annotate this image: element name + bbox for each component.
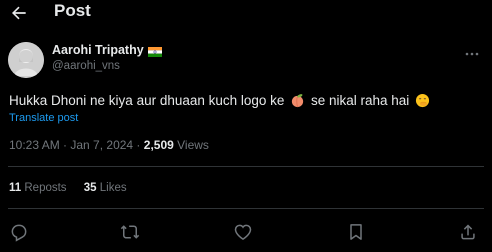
views-label: Views [177, 138, 209, 152]
reposts-label: Reposts [24, 182, 67, 194]
avatar-image [8, 42, 44, 78]
tweet-text-part-2: se nikal raha hai [310, 93, 410, 108]
page-title: Post [54, 1, 91, 20]
india-flag-icon [148, 44, 162, 57]
divider [8, 208, 484, 209]
arrow-left-icon [12, 6, 26, 20]
reposts-stat[interactable]: 11 Reposts [9, 182, 67, 194]
likes-count: 35 [83, 182, 97, 194]
tweet-text: Hukka Dhoni ne kiya aur dhuaan kuch logo… [9, 93, 432, 108]
translate-post-link[interactable]: Translate post [9, 112, 78, 124]
bookmark-icon [350, 224, 362, 240]
share-button[interactable] [458, 222, 478, 242]
back-button[interactable] [9, 3, 29, 23]
reply-icon [11, 224, 27, 242]
avatar[interactable] [8, 42, 44, 78]
author-handle[interactable]: @aarohi_vns [52, 60, 120, 72]
repost-icon [120, 225, 140, 239]
like-icon [234, 224, 252, 240]
engagement-stats: 11 Reposts 35 Likes [9, 182, 141, 194]
tweet-date[interactable]: Jan 7, 2024 [70, 138, 133, 152]
divider [8, 166, 484, 167]
meta-separator: · [59, 138, 71, 152]
tweet-text-part-1: Hukka Dhoni ne kiya aur dhuaan kuch logo… [9, 93, 285, 108]
page-header: Post [0, 0, 492, 26]
more-dots-icon [465, 52, 479, 56]
repost-button[interactable] [120, 222, 140, 242]
tweet-meta: 10:23 AM · Jan 7, 2024 · 2,509 Views [9, 138, 209, 152]
author-display-name[interactable]: Aarohi Tripathy [52, 43, 144, 57]
peach-emoji-icon [290, 93, 305, 108]
like-button[interactable] [233, 222, 253, 242]
more-options-button[interactable] [464, 46, 480, 56]
smirking-hand-over-mouth-emoji-icon [415, 93, 430, 108]
likes-stat[interactable]: 35 Likes [84, 182, 127, 194]
share-icon [461, 224, 475, 240]
tweet-time[interactable]: 10:23 AM [9, 138, 60, 152]
likes-label: Likes [99, 182, 127, 194]
views-count: 2,509 [143, 138, 174, 152]
meta-separator-2: · [133, 138, 144, 152]
reposts-count: 11 [9, 182, 22, 194]
bookmark-button[interactable] [346, 222, 366, 242]
reply-button[interactable] [9, 222, 29, 242]
